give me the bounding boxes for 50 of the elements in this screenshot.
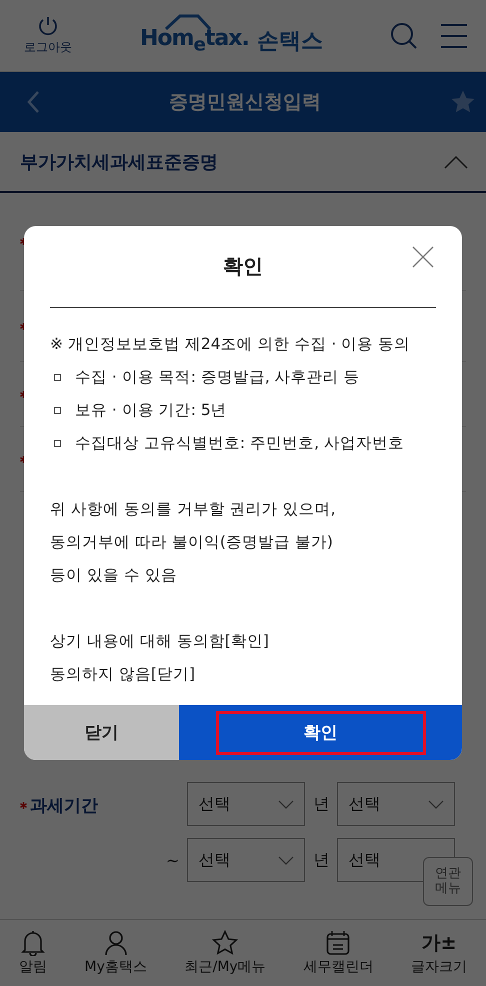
consent-item: 보유 · 이용 기간: 5년 [75, 400, 227, 421]
nav-label: 글자크기 [411, 958, 468, 976]
notice-text: ※ 개인정보보호법 제24조에 의한 수집 · 이용 동의 [50, 334, 412, 355]
logo-text: Hom$_{e}$tax. [140, 26, 249, 56]
chevron-down-icon [428, 800, 444, 808]
back-icon[interactable] [26, 90, 40, 114]
star-icon[interactable] [450, 89, 476, 115]
consent-paragraph: 위 사항에 동의를 거부할 권리가 있으며, 동의거부에 따라 불이익(증명발급 불가) 등이 있을 수 있음 [50, 499, 337, 586]
related-menu[interactable]: 연관 메뉴 [423, 857, 473, 906]
dropdown[interactable]: 선택 [187, 782, 306, 826]
chevron-down-icon [278, 856, 294, 864]
nav-item[interactable]: 세무캘린더 [303, 920, 374, 986]
consent-item: 수집대상 고유식별번호: 주민번호, 사업자번호 [75, 433, 404, 454]
nav-item[interactable]: 알림 [18, 920, 47, 986]
close-button[interactable]: 닫기 [24, 705, 179, 760]
unit-label: 년 [313, 794, 330, 814]
square-bullet-icon [54, 407, 61, 414]
bell-icon [20, 930, 45, 956]
person-icon [104, 930, 128, 956]
nav-item[interactable]: 가± 글자크기 [411, 920, 468, 986]
dropdown[interactable]: 선택 [337, 782, 456, 826]
power-icon [37, 15, 59, 37]
unit-label: 년 [313, 850, 330, 870]
house-roof-icon [164, 14, 212, 30]
confirm-button[interactable]: 확인 [216, 710, 426, 754]
menu-icon[interactable] [440, 22, 468, 48]
nav-label: 세무캘린더 [303, 958, 374, 976]
page-title: 증명민원신청입력 [168, 90, 322, 115]
square-bullet-icon [54, 374, 61, 381]
app-name: 손택스 [256, 28, 323, 56]
dialog-title: 확인 [223, 253, 263, 280]
dropdown[interactable]: 선택 [187, 838, 306, 882]
section-header[interactable]: 부가가치세과세표준증명 [0, 132, 486, 193]
range-separator: ~ [166, 850, 180, 870]
square-bullet-icon [54, 440, 61, 447]
logout-button[interactable]: 로그아웃 [24, 15, 72, 56]
font-size-glyph: 가± [422, 931, 457, 956]
close-icon[interactable] [412, 246, 434, 268]
nav-label: 알림 [18, 958, 47, 976]
chevron-down-icon [278, 800, 294, 808]
field-label: 과세기간 [30, 794, 98, 816]
search-icon[interactable] [390, 22, 418, 50]
nav-item[interactable]: My홈택스 [84, 920, 147, 986]
nav-label: 최근/My메뉴 [184, 958, 266, 976]
consent-paragraph: 상기 내용에 대해 동의함[확인] 동의하지 않음[닫기] [50, 631, 270, 685]
nav-item[interactable]: 최근/My메뉴 [184, 920, 266, 986]
nav-label: My홈택스 [84, 958, 147, 976]
star-outline-icon [212, 930, 238, 956]
calendar-icon [326, 930, 350, 956]
consent-item: 수집 · 이용 목적: 증명발급, 사후관리 등 [75, 367, 360, 388]
